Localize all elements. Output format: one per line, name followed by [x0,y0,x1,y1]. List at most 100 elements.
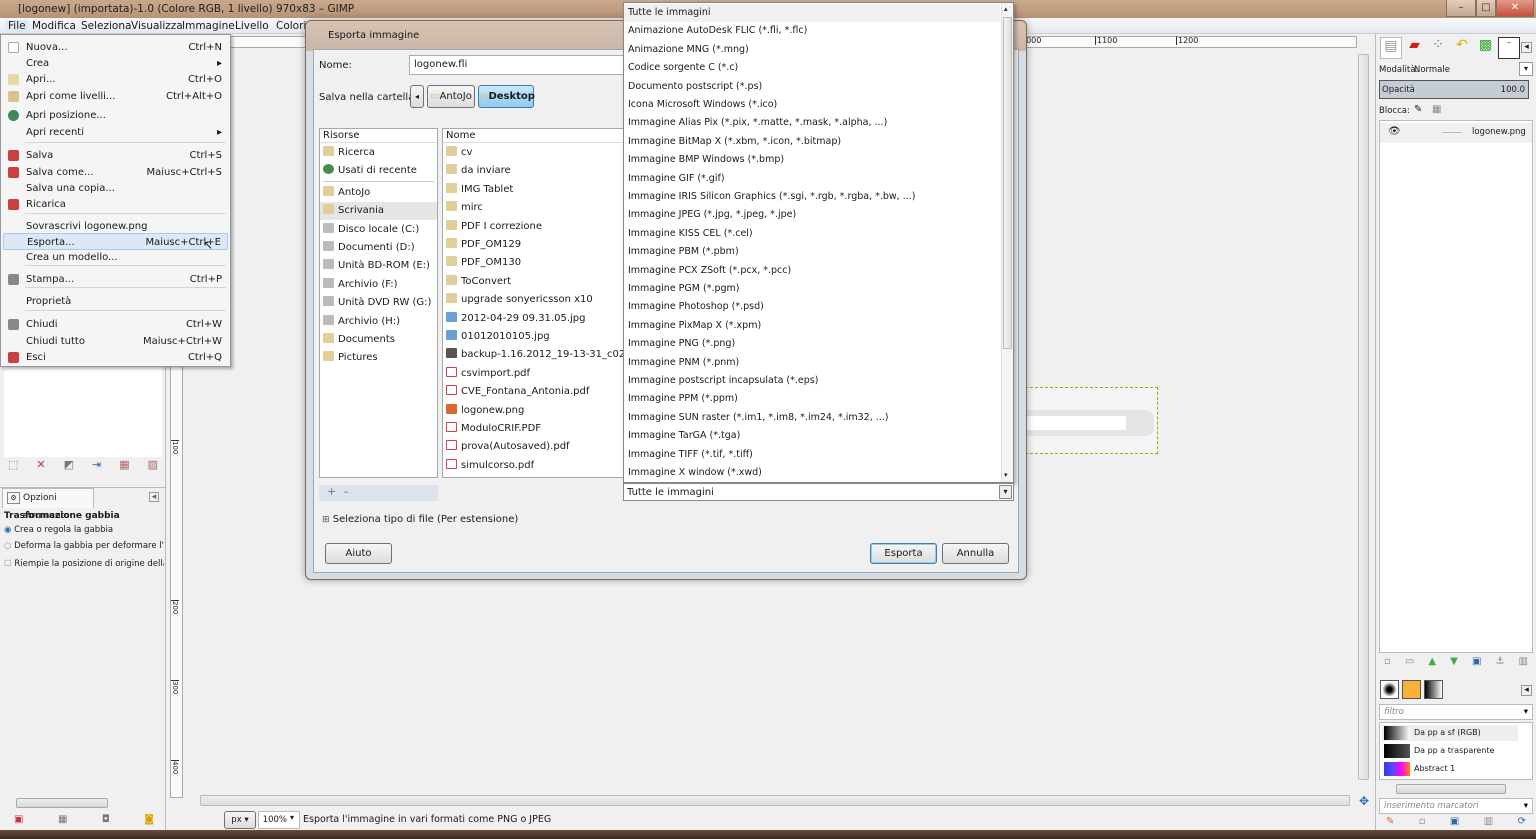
menu-item-apri-recenti[interactable]: Apri recenti ▸ [3,124,228,141]
filter-dropdown-list[interactable]: Tutte le immagini Animazione AutoDesk FLI… [623,2,1014,483]
menu-item-crea-un-modello[interactable]: Crea un modello... [3,249,228,266]
remove-bookmark-button[interactable]: – [343,485,349,498]
menu-item-esporta[interactable]: Esporta... Maiusc+Ctrl+E [3,233,228,250]
menu-livello[interactable]: Livello [235,20,269,32]
filter-option[interactable]: Immagine PPM (*.ppm) [624,390,1000,408]
menu-item-nuova[interactable]: Nuova... Ctrl+N [3,39,228,56]
mode-value[interactable]: Normale [1414,65,1450,75]
file-item[interactable]: logonew.png [443,402,641,420]
name-input[interactable]: logonew.fli [409,55,629,75]
gradient-item[interactable]: Da pp a sf (RGB) [1382,725,1518,741]
menu-modifica[interactable]: Modifica [32,20,76,32]
file-item[interactable]: cv [443,144,641,162]
export-button[interactable]: Esporta [870,543,937,564]
mode-dropdown-icon[interactable]: ▾ [1519,62,1533,76]
menu-item-crea[interactable]: Crea ▸ [3,55,228,72]
place-item[interactable]: Scrivania [320,202,437,220]
opacity-slider[interactable]: Opacità 100.0 [1379,80,1529,99]
tags-input[interactable]: inserimento marcatori ▾ [1379,798,1533,814]
radio-deform-cage[interactable]: ○ Deforma la gabbia per deformare l'imma… [4,541,164,551]
tab-patterns[interactable] [1402,680,1421,699]
menu-item-salva-una-copia[interactable]: Salva una copia... [3,180,228,197]
eye-icon[interactable]: 👁 [1388,126,1401,137]
delete-icon[interactable]: ✕ [36,458,45,474]
filter-option[interactable]: Immagine BMP Windows (*.bmp) [624,151,1000,169]
menu-item-apri-posizione[interactable]: Apri posizione... [3,107,228,124]
file-item[interactable]: simulcorso.pdf [443,457,641,475]
filter-option[interactable]: Codice sorgente C (*.c) [624,59,1000,77]
duplicate-icon[interactable]: ▣ [1472,656,1481,667]
add-bookmark-button[interactable]: + [327,485,336,498]
filter-option[interactable]: Immagine PBM (*.pbm) [624,243,1000,261]
filter-option[interactable]: Immagine X window (*.xwd) [624,464,1000,482]
filter-option[interactable]: Animazione AutoDesk FLIC (*.fli, *.flc) [624,22,1000,40]
menu-item-ricarica[interactable]: Ricarica [3,196,228,213]
menu-item-esci[interactable]: Esci Ctrl+Q [3,349,228,366]
menu-colori[interactable]: Colori [276,20,306,32]
place-item[interactable]: Disco locale (C:) [320,221,437,239]
place-item[interactable]: Archivio (H:) [320,313,437,331]
save-options-icon[interactable]: ▣ [14,814,23,825]
paint-icon[interactable]: ▨ [148,458,158,474]
file-item[interactable]: prova(Autosaved).pdf [443,438,641,456]
navigate-icon[interactable]: ✥ [1359,794,1369,808]
tab-menu-icon[interactable]: ◂ [149,492,159,502]
filter-option[interactable]: Immagine JPEG (*.jpg, *.jpeg, *.jpe) [624,206,1000,224]
file-item[interactable]: PDF_OM129 [443,236,641,254]
help-button[interactable]: Aiuto [325,543,392,564]
filter-combo[interactable]: Tutte le immagini ▾ [623,483,1014,501]
tab-channels[interactable]: ▰ [1404,37,1426,59]
menu-immagine[interactable]: Immagine [182,20,235,32]
filter-option[interactable]: Immagine PNM (*.pnm) [624,354,1000,372]
filter-option[interactable]: Immagine KISS CEL (*.cel) [624,225,1000,243]
zoom-dropdown-icon[interactable]: ▾ [290,813,294,822]
filter-option[interactable]: Immagine PCX ZSoft (*.pcx, *.pcc) [624,262,1000,280]
file-item[interactable]: PDF_OM130 [443,254,641,272]
dropdown-scrollbar[interactable]: ▴ ▾ [1001,3,1013,482]
filter-option[interactable]: Immagine PNG (*.png) [624,335,1000,353]
gradient-item[interactable]: Abstract 1 [1382,761,1518,777]
restore-icon[interactable]: ▦ [58,814,67,825]
menu-item-chiudi-tutto[interactable]: Chiudi tutto Maiusc+Ctrl+W [3,333,228,350]
menu-item-proprietà[interactable]: Proprietà [3,293,228,310]
layer-name[interactable]: logonew.png [1472,127,1526,137]
trash-icon[interactable]: ▥ [1519,656,1528,667]
horizontal-scrollbar[interactable] [1396,784,1506,794]
file-item[interactable]: PDF I correzione [443,218,641,236]
channel-icon[interactable]: ▦ [119,458,129,474]
file-item[interactable]: backup-1.16.2012_19-13-31_c0202547.tar [443,346,641,364]
horizontal-scrollbar[interactable] [16,798,108,808]
place-item[interactable]: Unità DVD RW (G:) [320,294,437,312]
new-icon[interactable]: ▫ [1419,816,1426,827]
image-layer[interactable] [1025,387,1158,454]
filter-option[interactable]: Immagine Photoshop (*.psd) [624,298,1000,316]
lock-alpha-icon[interactable]: ▦ [1432,104,1441,115]
place-item[interactable]: Ricerca [320,144,437,162]
place-item[interactable]: Usati di recente [320,162,437,180]
place-item[interactable]: AntoJo [320,184,437,202]
duplicate-icon[interactable]: ▣ [1450,816,1459,827]
filter-option[interactable]: Immagine GIF (*.gif) [624,170,1000,188]
vertical-scrollbar[interactable] [1358,54,1369,780]
filter-option[interactable]: Immagine PixMap X (*.xpm) [624,317,1000,335]
filter-option[interactable]: Icona Microsoft Windows (*.ico) [624,96,1000,114]
gradient-item[interactable]: Da pp a trasparente [1382,743,1518,759]
selection-icon[interactable]: ⬚ [8,458,18,474]
tab-layers[interactable]: ▤ [1380,37,1402,59]
tab-brushes[interactable] [1380,680,1399,699]
menu-visualizza[interactable]: Visualizza [131,20,183,32]
file-item[interactable]: CVE_Fontana_Antonia.pdf [443,383,641,401]
lock-pixels-icon[interactable]: ✎ [1414,104,1422,115]
place-item[interactable]: Unità BD-ROM (E:) [320,257,437,275]
place-item[interactable]: Archivio (F:) [320,276,437,294]
edit-icon[interactable]: ✎ [1386,816,1394,827]
close-button[interactable]: ✕ [1496,0,1534,17]
menu-item-apri[interactable]: Apri... Ctrl+O [3,71,228,88]
refresh-icon[interactable]: ⟳ [1518,816,1526,827]
filter-option[interactable]: Tutte le immagini [624,4,1000,22]
path-button-antojo[interactable]: ▭AntoJo [427,85,475,108]
raise-icon[interactable]: ▲ [1428,656,1436,667]
new-layer-icon[interactable]: ▫ [1384,656,1391,667]
tab-menu-icon[interactable]: ◂ [1521,42,1532,53]
anchor-icon[interactable]: ⚓ [1495,656,1504,667]
